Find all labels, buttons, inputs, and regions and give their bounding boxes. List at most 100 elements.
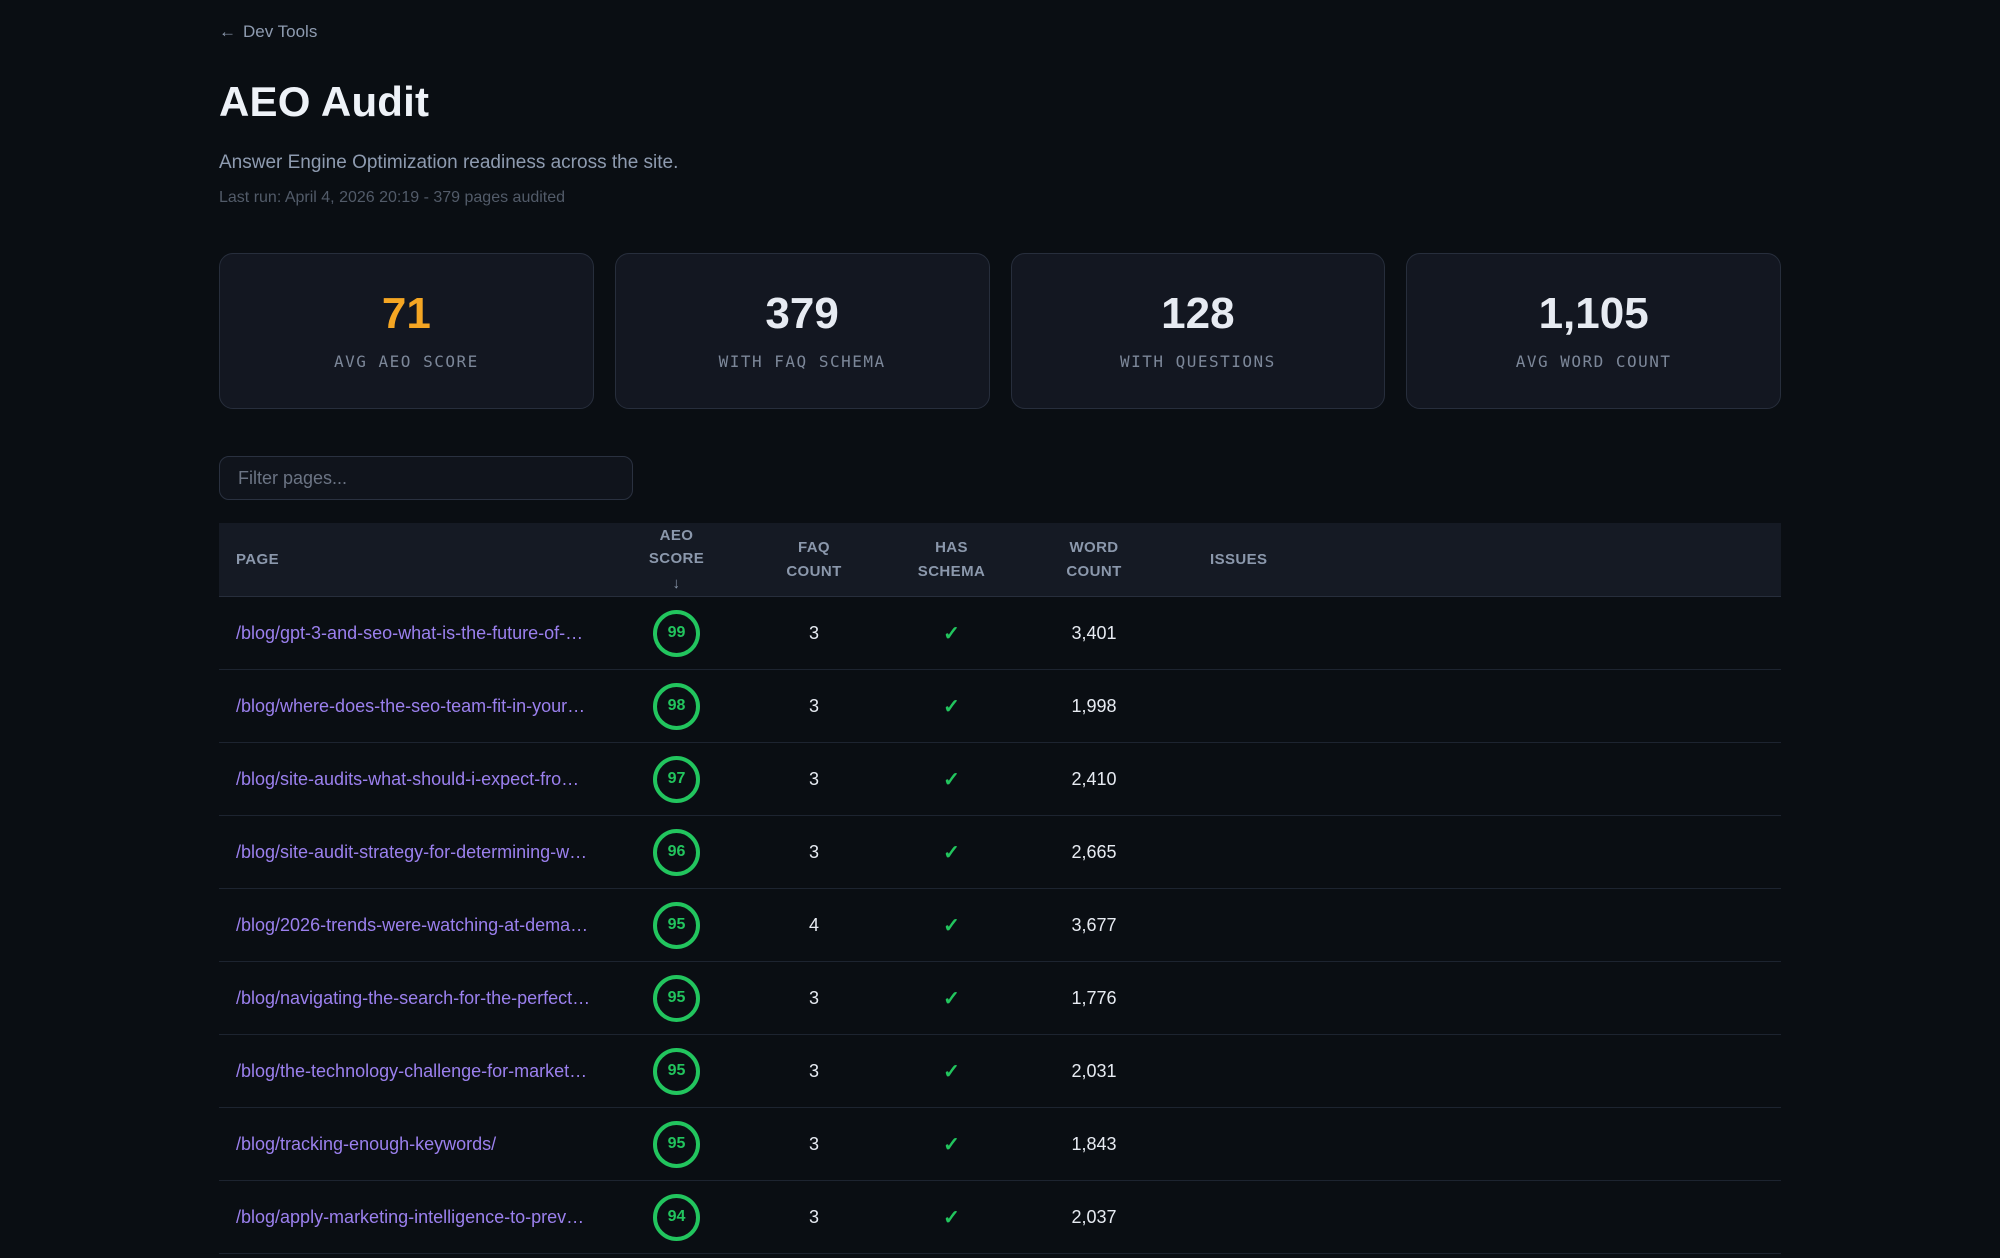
word-count-cell: 2,037 [1024, 1207, 1164, 1228]
page-link[interactable]: /blog/gpt-3-and-seo-what-is-the-future-o… [236, 623, 583, 643]
aeo-score-badge: 95 [653, 975, 700, 1022]
page-cell: /blog/apply-marketing-intelligence-to-pr… [219, 1207, 604, 1228]
faq-count-cell: 3 [749, 842, 879, 863]
column-header-label: FAQ COUNT [773, 536, 855, 583]
audit-table: PAGE AEO SCORE ↓ FAQ COUNT HAS SCHEMA WO… [219, 523, 1781, 1254]
back-link-label: Dev Tools [243, 22, 317, 42]
stat-value: 379 [765, 292, 838, 336]
has-schema-cell: ✓ [879, 767, 1024, 792]
word-count-cell: 2,665 [1024, 842, 1164, 863]
has-schema-cell: ✓ [879, 913, 1024, 938]
checkmark-icon: ✓ [943, 1134, 960, 1156]
page-cell: /blog/navigating-the-search-for-the-perf… [219, 988, 604, 1009]
table-header-row: PAGE AEO SCORE ↓ FAQ COUNT HAS SCHEMA WO… [219, 523, 1781, 597]
table-body: /blog/gpt-3-and-seo-what-is-the-future-o… [219, 597, 1781, 1254]
stat-value: 71 [382, 292, 431, 336]
table-row: /blog/the-technology-challenge-for-marke… [219, 1035, 1781, 1108]
page-link[interactable]: /blog/2026-trends-were-watching-at-dema… [236, 915, 588, 935]
checkmark-icon: ✓ [943, 1207, 960, 1229]
aeo-score-badge: 97 [653, 756, 700, 803]
page-link[interactable]: /blog/the-technology-challenge-for-marke… [236, 1061, 587, 1081]
stat-label: WITH FAQ SCHEMA [719, 352, 886, 371]
column-header-faq-count[interactable]: FAQ COUNT [749, 536, 879, 583]
faq-count-cell: 3 [749, 1061, 879, 1082]
column-header-issues[interactable]: ISSUES [1164, 548, 1781, 571]
table-row: /blog/site-audit-strategy-for-determinin… [219, 816, 1781, 889]
aeo-score-cell: 94 [604, 1194, 749, 1241]
page-container: ← Dev Tools AEO Audit Answer Engine Opti… [219, 0, 1781, 1254]
aeo-score-cell: 98 [604, 683, 749, 730]
table-row: /blog/2026-trends-were-watching-at-dema…… [219, 889, 1781, 962]
stat-value: 1,105 [1539, 292, 1649, 336]
column-header-word-count[interactable]: WORD COUNT [1024, 536, 1164, 583]
page-cell: /blog/tracking-enough-keywords/ [219, 1134, 604, 1155]
back-arrow-icon: ← [219, 22, 236, 42]
aeo-score-cell: 95 [604, 1048, 749, 1095]
sort-descending-icon: ↓ [673, 572, 681, 595]
page-link[interactable]: /blog/tracking-enough-keywords/ [236, 1134, 496, 1154]
filter-pages-input[interactable] [219, 456, 633, 500]
aeo-score-cell: 96 [604, 829, 749, 876]
last-run-timestamp: Last run: April 4, 2026 20:19 - 379 page… [219, 189, 1781, 207]
has-schema-cell: ✓ [879, 986, 1024, 1011]
stats-row: 71 AVG AEO SCORE 379 WITH FAQ SCHEMA 128… [219, 253, 1781, 409]
page-link[interactable]: /blog/apply-marketing-intelligence-to-pr… [236, 1207, 584, 1227]
checkmark-icon: ✓ [943, 769, 960, 791]
page-cell: /blog/the-technology-challenge-for-marke… [219, 1061, 604, 1082]
word-count-cell: 1,843 [1024, 1134, 1164, 1155]
word-count-cell: 3,401 [1024, 623, 1164, 644]
page-cell: /blog/2026-trends-were-watching-at-dema… [219, 915, 604, 936]
stat-card-with-faq-schema: 379 WITH FAQ SCHEMA [615, 253, 990, 409]
faq-count-cell: 3 [749, 696, 879, 717]
table-row: /blog/tracking-enough-keywords/ 95 3 ✓ 1… [219, 1108, 1781, 1181]
aeo-score-badge: 95 [653, 902, 700, 949]
aeo-score-cell: 95 [604, 1121, 749, 1168]
aeo-score-badge: 96 [653, 829, 700, 876]
back-to-dev-tools-link[interactable]: ← Dev Tools [219, 22, 317, 42]
checkmark-icon: ✓ [943, 696, 960, 718]
column-header-page[interactable]: PAGE [219, 548, 604, 571]
column-header-has-schema[interactable]: HAS SCHEMA [879, 536, 1024, 583]
stat-card-avg-aeo-score: 71 AVG AEO SCORE [219, 253, 594, 409]
stat-card-avg-word-count: 1,105 AVG WORD COUNT [1406, 253, 1781, 409]
aeo-score-badge: 95 [653, 1048, 700, 1095]
faq-count-cell: 3 [749, 1207, 879, 1228]
column-header-label: WORD COUNT [1053, 536, 1135, 583]
page-title: AEO Audit [219, 78, 1781, 126]
column-header-aeo-score[interactable]: AEO SCORE ↓ [604, 524, 749, 595]
table-row: /blog/where-does-the-seo-team-fit-in-you… [219, 670, 1781, 743]
checkmark-icon: ✓ [943, 842, 960, 864]
checkmark-icon: ✓ [943, 623, 960, 645]
aeo-score-badge: 98 [653, 683, 700, 730]
table-row: /blog/gpt-3-and-seo-what-is-the-future-o… [219, 597, 1781, 670]
page-link[interactable]: /blog/site-audits-what-should-i-expect-f… [236, 769, 579, 789]
aeo-score-cell: 95 [604, 975, 749, 1022]
stat-card-with-questions: 128 WITH QUESTIONS [1011, 253, 1386, 409]
stat-value: 128 [1161, 292, 1234, 336]
faq-count-cell: 3 [749, 988, 879, 1009]
word-count-cell: 1,998 [1024, 696, 1164, 717]
word-count-cell: 2,031 [1024, 1061, 1164, 1082]
has-schema-cell: ✓ [879, 840, 1024, 865]
aeo-score-cell: 95 [604, 902, 749, 949]
aeo-score-badge: 95 [653, 1121, 700, 1168]
aeo-score-cell: 99 [604, 610, 749, 657]
faq-count-cell: 3 [749, 623, 879, 644]
column-header-label: HAS SCHEMA [911, 536, 993, 583]
column-header-label: AEO SCORE [636, 524, 718, 571]
checkmark-icon: ✓ [943, 1061, 960, 1083]
faq-count-cell: 4 [749, 915, 879, 936]
aeo-score-badge: 99 [653, 610, 700, 657]
aeo-score-cell: 97 [604, 756, 749, 803]
page-cell: /blog/gpt-3-and-seo-what-is-the-future-o… [219, 623, 604, 644]
has-schema-cell: ✓ [879, 621, 1024, 646]
page-link[interactable]: /blog/navigating-the-search-for-the-perf… [236, 988, 590, 1008]
has-schema-cell: ✓ [879, 694, 1024, 719]
table-row: /blog/site-audits-what-should-i-expect-f… [219, 743, 1781, 816]
page-link[interactable]: /blog/site-audit-strategy-for-determinin… [236, 842, 587, 862]
page-link[interactable]: /blog/where-does-the-seo-team-fit-in-you… [236, 696, 585, 716]
word-count-cell: 3,677 [1024, 915, 1164, 936]
table-row: /blog/apply-marketing-intelligence-to-pr… [219, 1181, 1781, 1254]
aeo-score-badge: 94 [653, 1194, 700, 1241]
checkmark-icon: ✓ [943, 915, 960, 937]
